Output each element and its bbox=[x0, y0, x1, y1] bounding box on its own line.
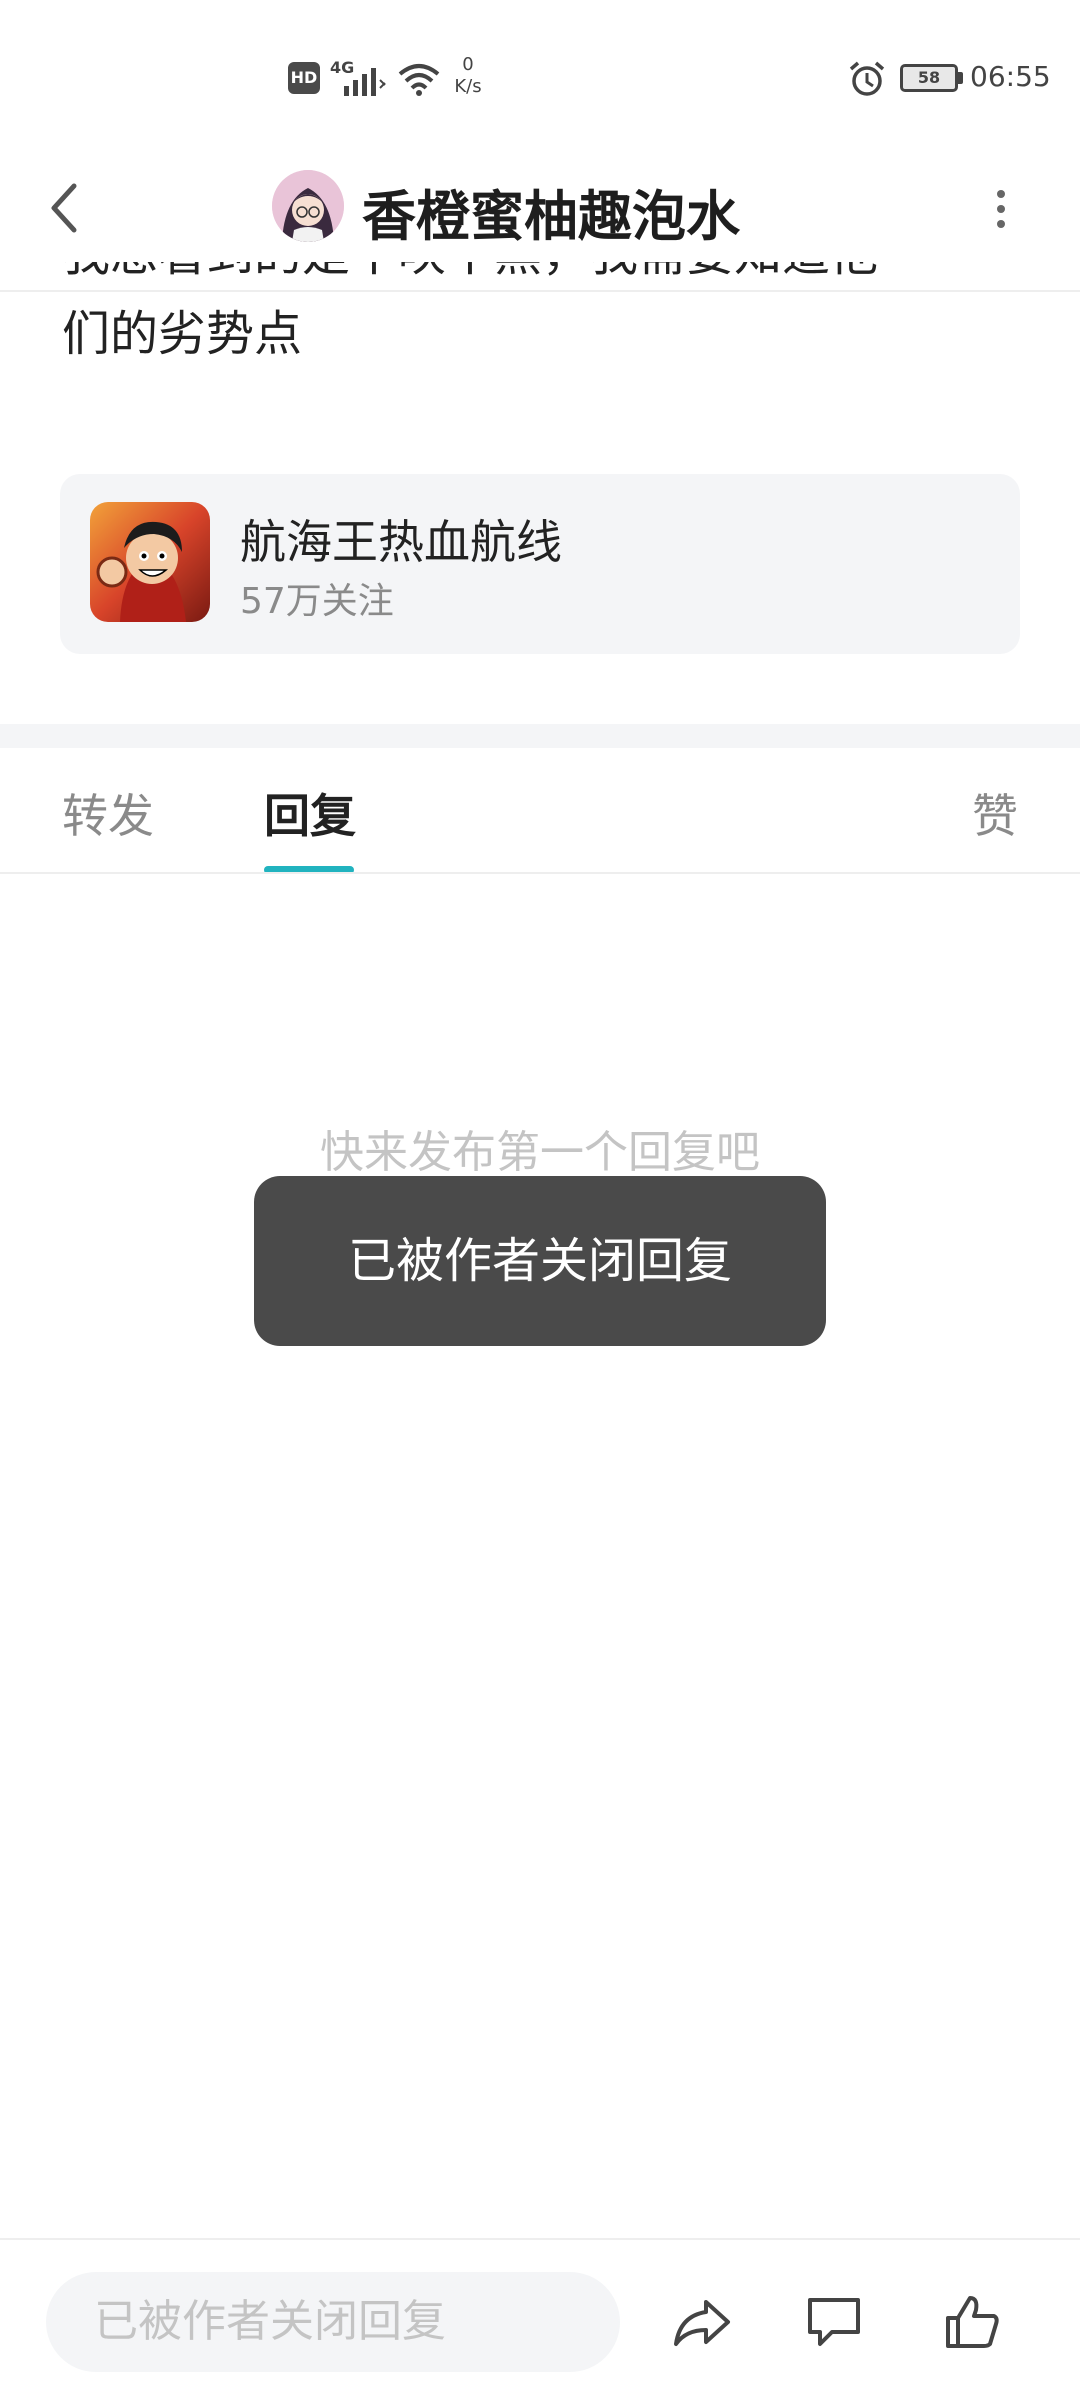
net-speed-unit: K/s bbox=[454, 76, 482, 97]
wifi-icon bbox=[398, 64, 440, 96]
signal-icon bbox=[344, 68, 386, 96]
share-icon[interactable] bbox=[670, 2290, 734, 2354]
tabs-divider bbox=[0, 872, 1080, 874]
section-divider bbox=[0, 724, 1080, 748]
tab-like[interactable]: 赞 bbox=[972, 780, 1018, 846]
empty-state-text: 快来发布第一个回复吧 bbox=[320, 1127, 760, 1178]
bottom-bar-divider bbox=[0, 2238, 1080, 2240]
tab-reply[interactable]: 回复 bbox=[264, 780, 356, 846]
comment-icon[interactable] bbox=[802, 2290, 866, 2354]
alarm-icon bbox=[849, 61, 885, 96]
game-followers: 57万关注 bbox=[240, 581, 394, 622]
post-text: 们的劣势点 bbox=[62, 306, 303, 362]
game-icon bbox=[90, 502, 210, 622]
post-text-line-cut: 我想看到的是不吹不黑，我需要知道他 bbox=[62, 262, 1022, 296]
battery-indicator: 58 bbox=[900, 64, 958, 92]
page-title: 香橙蜜柚趣泡水 bbox=[362, 185, 740, 248]
game-icon-art bbox=[90, 502, 210, 622]
hd-indicator: HD bbox=[288, 62, 320, 94]
avatar[interactable] bbox=[272, 170, 344, 242]
thumbs-up-icon[interactable] bbox=[940, 2290, 1004, 2354]
back-arrow-icon[interactable] bbox=[42, 180, 92, 236]
clock: 06:55 bbox=[970, 60, 1051, 93]
tab-forward[interactable]: 转发 bbox=[62, 780, 154, 846]
avatar-illustration bbox=[272, 170, 344, 242]
game-name: 航海王热血航线 bbox=[240, 515, 562, 569]
net-speed-value: 0 bbox=[462, 54, 474, 75]
toast-message: 已被作者关闭回复 bbox=[254, 1176, 826, 1346]
more-vertical-icon[interactable] bbox=[984, 186, 1018, 232]
post-text-line-cut-text: 我想看到的是不吹不黑，我需要知道他 bbox=[62, 262, 1022, 296]
battery-tip bbox=[958, 72, 963, 84]
net-speed: 0 K/s bbox=[446, 54, 490, 98]
reply-input[interactable]: 已被作者关闭回复 bbox=[46, 2272, 620, 2372]
